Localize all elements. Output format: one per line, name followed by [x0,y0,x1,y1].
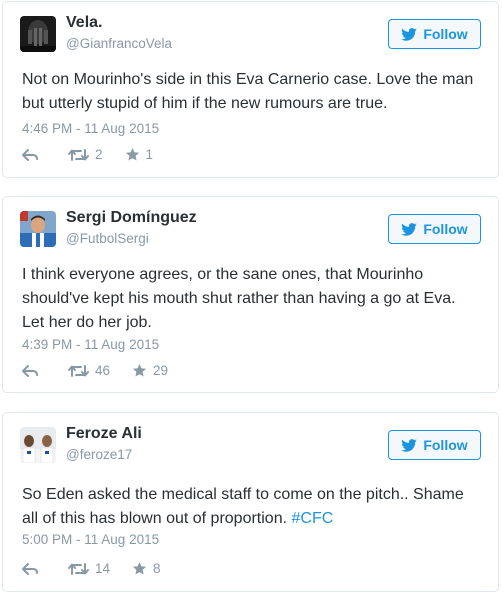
tweet-text: So Eden asked the medical staff to come … [22,483,480,531]
retweet-button[interactable]: 14 [68,561,110,576]
reply-icon [22,148,38,161]
hashtag-link[interactable]: #CFC [292,510,334,527]
user-handle[interactable]: @GianfrancoVela [66,36,172,51]
favorite-count: 1 [145,147,154,162]
follow-label: Follow [423,221,468,237]
follow-label: Follow [423,26,468,42]
reply-button[interactable] [22,148,40,161]
favorite-count: 29 [153,363,169,378]
player-avatar-icon[interactable] [20,211,56,247]
tweet-card: Vela. @GianfrancoVela Follow Not on Mour… [2,1,499,178]
retweet-icon [68,562,89,575]
retweet-button[interactable]: 46 [68,363,110,378]
favorite-button[interactable]: 29 [132,363,168,378]
retweet-count: 2 [95,147,103,162]
tweet-timestamp[interactable]: 5:00 PM - 11 Aug 2015 [22,532,159,547]
retweet-icon [68,148,89,161]
twitter-bird-icon [401,222,418,236]
user-handle[interactable]: @FutbolSergi [66,231,149,246]
retweet-icon [68,364,89,377]
retweet-count: 46 [95,363,111,378]
retweet-button[interactable]: 2 [68,147,103,162]
dark-avatar-icon[interactable] [20,16,56,52]
tweet-text-body: So Eden asked the medical staff to come … [22,486,464,527]
tweet-text: I think everyone agrees, or the sane one… [22,266,456,331]
twitter-bird-icon [401,27,418,41]
user-handle[interactable]: @feroze17 [66,447,132,462]
tweet-actions: 14 8 [22,561,161,576]
tweet-text: Not on Mourinho's side in this Eva Carne… [22,71,474,112]
user-name[interactable]: Sergi Domínguez [66,209,197,227]
favorite-button[interactable]: 8 [132,561,161,576]
reply-icon [22,364,38,377]
follow-label: Follow [423,437,468,453]
reply-button[interactable] [22,562,40,575]
tweet-actions: 46 29 [22,363,168,378]
tweet-card: Feroze Ali @feroze17 Follow So Eden aske… [2,412,499,592]
tweet-actions: 2 1 [22,147,153,162]
favorite-button[interactable]: 1 [125,147,154,162]
tweet-timestamp[interactable]: 4:46 PM - 11 Aug 2015 [22,121,159,136]
tweet-card: Sergi Domínguez @FutbolSergi Follow I th… [2,196,499,393]
favorite-count: 8 [153,561,161,576]
star-icon [132,561,147,575]
follow-button[interactable]: Follow [388,430,481,460]
user-name[interactable]: Vela. [66,14,102,32]
reply-icon [22,562,38,575]
star-icon [125,147,139,161]
team-avatar-icon[interactable] [20,427,56,463]
retweet-count: 14 [95,561,111,576]
tweet-timestamp[interactable]: 4:39 PM - 11 Aug 2015 [22,337,159,352]
tweet-feed: Vela. @GianfrancoVela Follow Not on Mour… [0,0,503,594]
star-icon [132,363,147,377]
reply-button[interactable] [22,364,40,377]
twitter-bird-icon [401,438,418,452]
user-name[interactable]: Feroze Ali [66,425,142,443]
follow-button[interactable]: Follow [388,214,481,244]
follow-button[interactable]: Follow [388,19,481,49]
